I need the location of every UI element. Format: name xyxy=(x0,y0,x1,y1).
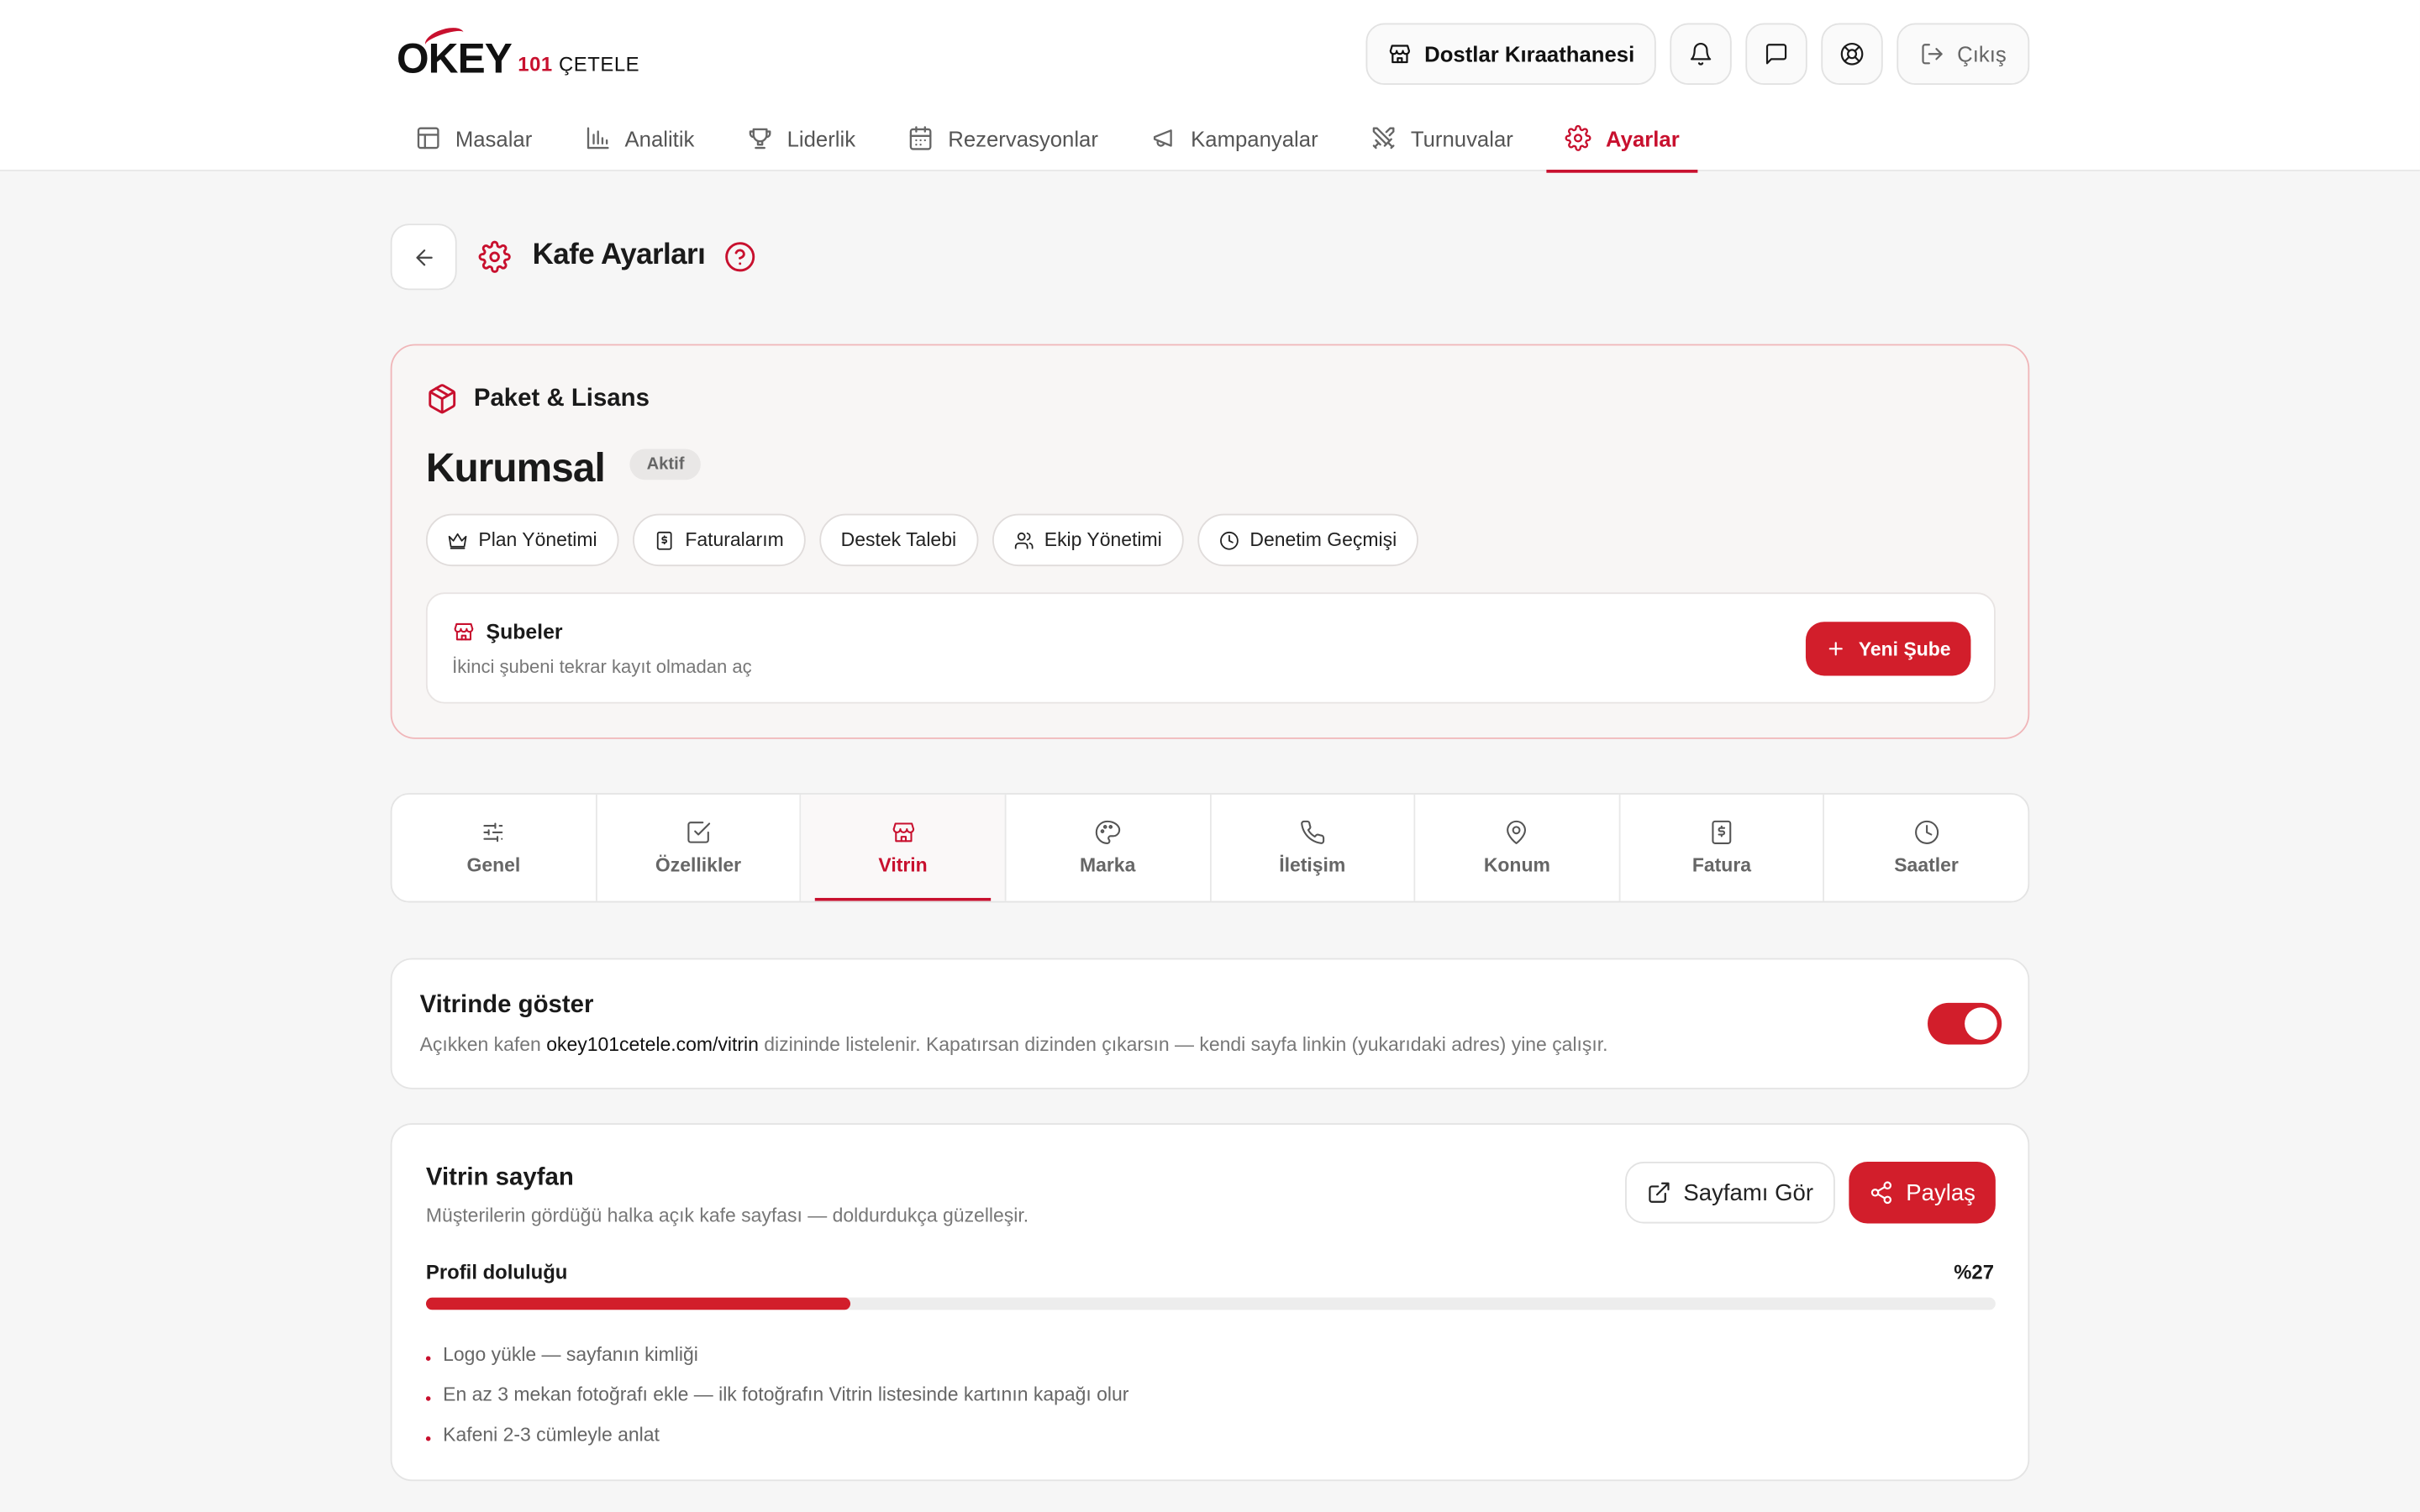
tab-ozellikler[interactable]: Özellikler xyxy=(597,794,802,901)
license-card: Paket & Lisans Kurumsal Aktif Plan Yönet… xyxy=(390,344,2030,739)
tab-vitrin[interactable]: Vitrin xyxy=(801,794,1007,901)
nav-item-ayarlar[interactable]: Ayarlar xyxy=(1547,105,1698,173)
audit-history-button[interactable]: Denetim Geçmişi xyxy=(1197,513,1418,567)
gear-icon xyxy=(1565,124,1592,151)
status-badge: Aktif xyxy=(629,449,702,480)
showcase-toggle-card: Vitrinde göster Açıkken kafen okey101cet… xyxy=(390,958,2030,1089)
tab-fatura[interactable]: Fatura xyxy=(1620,794,1825,901)
team-management-button[interactable]: Ekip Yönetimi xyxy=(992,513,1184,567)
logout-icon xyxy=(1922,44,1943,65)
back-button[interactable] xyxy=(390,223,457,291)
receipt-icon xyxy=(1712,820,1732,844)
tab-genel[interactable]: Genel xyxy=(392,794,597,901)
showcase-title: Vitrinde göster xyxy=(419,991,594,1019)
nav-item-rezervasyonlar[interactable]: Rezervasyonlar xyxy=(889,105,1116,171)
bell-icon xyxy=(1691,43,1712,66)
plus-icon xyxy=(1829,642,1844,656)
support-ticket-button[interactable]: Destek Talebi xyxy=(818,513,978,567)
page-title-text: Kafe Ayarları xyxy=(532,239,706,272)
chart-icon xyxy=(587,127,609,150)
logo-sub: 101 ÇETELE xyxy=(518,52,640,76)
message-icon xyxy=(1766,44,1787,65)
tab-saatler[interactable]: Saatler xyxy=(1825,795,2028,901)
main-nav: Masalar Analitik Liderlik Rezervasyonlar… xyxy=(397,105,1713,173)
plan-management-button[interactable]: Plan Yönetimi xyxy=(425,513,619,567)
trophy-icon xyxy=(749,128,771,150)
clock-icon xyxy=(1219,531,1239,549)
crown-icon xyxy=(448,532,467,549)
lifebuoy-icon xyxy=(1840,42,1864,66)
list-item: Logo yükle — sayfanın kimliği xyxy=(426,1335,1129,1375)
list-item: Kafeni 2-3 cümleyle anlat xyxy=(426,1415,1129,1455)
logo[interactable]: OKEY 101 ÇETELE xyxy=(397,24,640,81)
map-pin-icon xyxy=(1507,820,1527,844)
sliders-icon xyxy=(483,822,503,843)
page-title: Kafe Ayarları xyxy=(478,239,755,273)
messages-button[interactable] xyxy=(1745,23,1807,86)
nav-item-kampanyalar[interactable]: Kampanyalar xyxy=(1132,105,1336,171)
checkbox-icon xyxy=(687,822,711,843)
logout-button[interactable]: Çıkış xyxy=(1897,23,2030,86)
share-icon xyxy=(1870,1181,1892,1205)
nav-item-liderlik[interactable]: Liderlik xyxy=(729,105,874,171)
showcase-toggle[interactable] xyxy=(1928,1002,2002,1045)
vitrin-page-card: Vitrin sayfan Müşterilerin gördüğü halka… xyxy=(390,1123,2030,1482)
support-button[interactable] xyxy=(1821,23,1883,86)
swords-icon xyxy=(1372,127,1395,150)
settings-tabs: Genel Özellikler Vitrin Marka İletişim K… xyxy=(390,793,2030,903)
header-actions: Dostlar Kıraathanesi Çıkış xyxy=(1365,23,2030,86)
tab-konum[interactable]: Konum xyxy=(1415,794,1621,901)
nav-item-turnuvalar[interactable]: Turnuvalar xyxy=(1352,105,1532,171)
cafe-switcher-button[interactable]: Dostlar Kıraathanesi xyxy=(1365,23,1656,86)
tab-marka[interactable]: Marka xyxy=(1006,794,1211,901)
plan-name: Kurumsal xyxy=(425,444,606,491)
palette-icon xyxy=(1096,820,1121,844)
share-button[interactable]: Paylaş xyxy=(1849,1162,1996,1224)
progress-bar xyxy=(425,1297,1996,1310)
profile-tips-list: Logo yükle — sayfanın kimliği En az 3 me… xyxy=(426,1335,1129,1455)
branches-title: Şubeler xyxy=(452,620,563,643)
store-icon xyxy=(1389,45,1410,64)
vitrin-page-title: Vitrin sayfan xyxy=(425,1164,574,1191)
branches-desc: İkinci şubeni tekrar kayıt olmadan aç xyxy=(452,655,752,678)
store-icon xyxy=(454,622,474,641)
receipt-icon xyxy=(656,531,672,549)
tab-iletisim[interactable]: İletişim xyxy=(1211,794,1416,901)
notifications-button[interactable] xyxy=(1670,23,1732,86)
showcase-desc: Açıkken kafen okey101cetele.com/vitrin d… xyxy=(419,1033,1608,1056)
package-icon xyxy=(429,384,456,414)
progress-label: Profil doluluğu xyxy=(425,1260,568,1284)
logo-brand: OKEY xyxy=(397,24,513,81)
invoices-button[interactable]: Faturalarım xyxy=(632,513,806,567)
progress-value: %27 xyxy=(1954,1260,1995,1284)
users-icon xyxy=(1014,531,1033,549)
top-bar: OKEY 101 ÇETELE Dostlar Kıraathanesi Çık… xyxy=(0,0,2420,173)
megaphone-icon xyxy=(1153,129,1171,147)
store-icon xyxy=(892,822,914,843)
license-actions: Plan Yönetimi Faturalarım Destek Talebi … xyxy=(425,513,1418,567)
list-item: En az 3 mekan fotoğrafı ekle — ilk fotoğ… xyxy=(426,1374,1128,1415)
phone-icon xyxy=(1300,820,1324,844)
gear-icon xyxy=(478,239,511,272)
vitrin-page-desc: Müşterilerin gördüğü halka açık kafe say… xyxy=(425,1205,1029,1227)
clock-icon xyxy=(1914,820,1939,844)
table-icon xyxy=(417,127,439,150)
help-icon[interactable] xyxy=(723,240,756,273)
progress-fill xyxy=(425,1297,850,1310)
nav-item-masalar[interactable]: Masalar xyxy=(397,105,550,171)
vitrin-page-actions: Sayfamı Gör Paylaş xyxy=(1624,1162,1996,1224)
view-page-button[interactable]: Sayfamı Gör xyxy=(1624,1162,1835,1224)
new-branch-button[interactable]: Yeni Şube xyxy=(1806,622,1971,676)
logout-label: Çıkış xyxy=(1957,41,2007,66)
external-link-icon xyxy=(1648,1182,1670,1203)
showcase-url: okey101cetele.com/vitrin xyxy=(546,1033,759,1056)
cafe-name: Dostlar Kıraathanesi xyxy=(1424,41,1635,66)
nav-item-analitik[interactable]: Analitik xyxy=(566,105,713,171)
arrow-left-icon xyxy=(415,249,432,265)
calendar-icon xyxy=(910,126,933,150)
license-header: Paket & Lisans xyxy=(426,383,650,416)
branches-panel: Şubeler İkinci şubeni tekrar kayıt olmad… xyxy=(425,592,1996,704)
